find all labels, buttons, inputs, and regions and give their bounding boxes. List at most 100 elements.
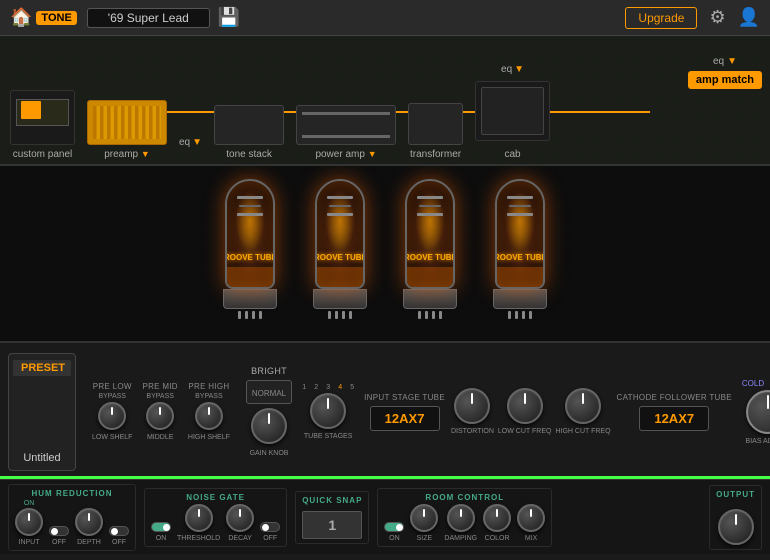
logo: 🏠 TONE [10,7,77,28]
hum-off2-item: OFF [109,526,129,546]
tone-stack-box [214,105,284,145]
ng-toggle[interactable] [151,522,171,532]
pre-high-title: PRE HIGH [188,382,229,391]
chain-item-transformer[interactable]: transformer [408,103,463,160]
top-bar: 🏠 TONE '69 Super Lead 💾 Upgrade ⚙ 👤 [0,0,770,36]
chain-item-tone-stack[interactable]: tone stack [214,105,284,160]
tubes-container: GROOVE TUBES GROOVE TUBES [215,179,555,329]
ng-off-toggle[interactable] [260,522,280,532]
input-tube-selector[interactable]: 12AX7 [370,406,440,431]
amp-match-area: eq ▼ amp match [688,56,762,89]
chain-item-custom-panel[interactable]: custom panel [10,90,75,160]
output-knob[interactable] [718,509,754,545]
tube-2-brand-label: GROOVE TUBES [315,253,365,262]
gain-knob[interactable] [251,408,287,444]
color-knob[interactable] [483,504,511,532]
tube-plate-2 [237,213,263,216]
pre-mid-bypass: BYPASS [146,393,174,400]
low-cut-knob[interactable] [507,388,543,424]
pre-low-bypass: BYPASS [98,393,126,400]
distortion-knob[interactable] [454,388,490,424]
mix-knob[interactable] [517,504,545,532]
tube-4-glass: GROOVE TUBES [495,179,545,289]
cathode-tube-selector[interactable]: 12AX7 [639,406,709,431]
distortion-label: DISTORTION [451,428,494,435]
output-label: OUTPUT [716,490,755,499]
room-on-item: ON [384,522,404,542]
threshold-knob[interactable] [185,504,213,532]
tube-stages-num-2: 2 [314,384,318,391]
bias-adjust-label: BIAS ADJUST [746,438,770,445]
pre-high-knob[interactable] [195,402,223,430]
hum-toggle[interactable] [49,526,69,536]
tube-3[interactable]: GROOVE TUBES [395,179,465,319]
decay-knob[interactable] [226,504,254,532]
mix-item: MIX [517,504,545,542]
preamp-label: preamp ▼ [104,149,150,160]
tube-4[interactable]: GROOVE TUBES [485,179,555,319]
noise-gate-section: NOISE GATE ON THRESHOLD DECAY OFF [144,488,287,547]
tube-stages-num-5: 5 [350,384,354,391]
input-on-label: ON [24,500,35,507]
tube-stages-num-3: 3 [326,384,330,391]
input-knob-item: ON INPUT [15,500,43,546]
damping-knob[interactable] [447,504,475,532]
ng-on-item: ON [151,522,171,542]
tube-plate [237,196,263,199]
user-icon[interactable]: 👤 [738,7,760,28]
pre-low-knob[interactable] [98,402,126,430]
chain-item-power-amp[interactable]: power amp ▼ [296,105,396,160]
save-icon[interactable]: 💾 [218,7,240,28]
input-knob[interactable] [15,508,43,536]
pre-mid-knob[interactable] [146,402,174,430]
mix-label: MIX [525,535,537,542]
amp-match-eq-label[interactable]: eq ▼ [713,56,737,67]
transformer-label: transformer [410,149,461,160]
cab-box [475,81,550,141]
tube-1[interactable]: GROOVE TUBES [215,179,285,319]
home-icon[interactable]: 🏠 [10,7,32,28]
high-cut-knob[interactable] [565,388,601,424]
noise-gate-label: NOISE GATE [186,493,245,502]
gain-knob-label: GAIN KNOB [250,450,289,457]
room-toggle[interactable] [384,522,404,532]
low-cut-group: LOW CUT FREQ [498,388,552,435]
bottom-controls: PRESET Untitled PRE LOW BYPASS LOW SHELF… [0,341,770,476]
signal-chain: custom panel preamp ▼ eq ▼ tone stack po… [0,36,770,166]
bias-adjust-knob[interactable] [746,390,770,434]
tube-grid [239,205,261,207]
settings-icon[interactable]: ⚙ [709,7,725,28]
preset-value: Untitled [23,452,60,464]
depth-knob[interactable] [75,508,103,536]
chain-items-row: custom panel preamp ▼ eq ▼ tone stack po… [10,64,760,160]
chain-item-preamp[interactable]: preamp ▼ [87,100,167,160]
input-tube-section: INPUT STAGE TUBE 12AX7 [364,393,445,431]
tube-2[interactable]: GROOVE TUBES [305,179,375,319]
cathode-tube-title: CATHODE FOLLOWER TUBE [617,393,732,402]
amp-match-button[interactable]: amp match [688,71,762,89]
pre-low-group: PRE LOW BYPASS LOW SHELF [92,382,132,441]
quick-snap-display[interactable]: 1 [302,511,362,539]
hum-toggle-2[interactable] [109,526,129,536]
bright-normal-label: NORMAL [252,389,286,398]
bottom-strip: HUM REDUCTION ON INPUT OFF DEPTH OFF NOI… [0,479,770,554]
input-tube-title: INPUT STAGE TUBE [364,393,445,402]
threshold-label: THRESHOLD [177,535,220,542]
chain-item-eq1[interactable]: eq ▼ [179,137,202,148]
tube-1-glass: GROOVE TUBES [225,179,275,289]
preset-name-display[interactable]: '69 Super Lead [87,8,210,28]
pre-high-label: HIGH SHELF [188,434,230,441]
high-cut-label: HIGH CUT FREQ [555,428,610,435]
decay-label: DECAY [228,535,252,542]
tube-stages-knob[interactable] [310,393,346,429]
upgrade-button[interactable]: Upgrade [625,7,697,29]
power-amp-box [296,105,396,145]
tube-pins [238,311,262,319]
preset-section[interactable]: PRESET Untitled [8,353,76,471]
eq1-label: eq ▼ [179,137,202,148]
custom-panel-label: custom panel [13,149,72,160]
ng-on-label: ON [156,535,167,542]
eq2-label[interactable]: eq ▼ [501,64,524,75]
tube-3-brand-label: GROOVE TUBES [405,253,455,262]
size-knob[interactable] [410,504,438,532]
